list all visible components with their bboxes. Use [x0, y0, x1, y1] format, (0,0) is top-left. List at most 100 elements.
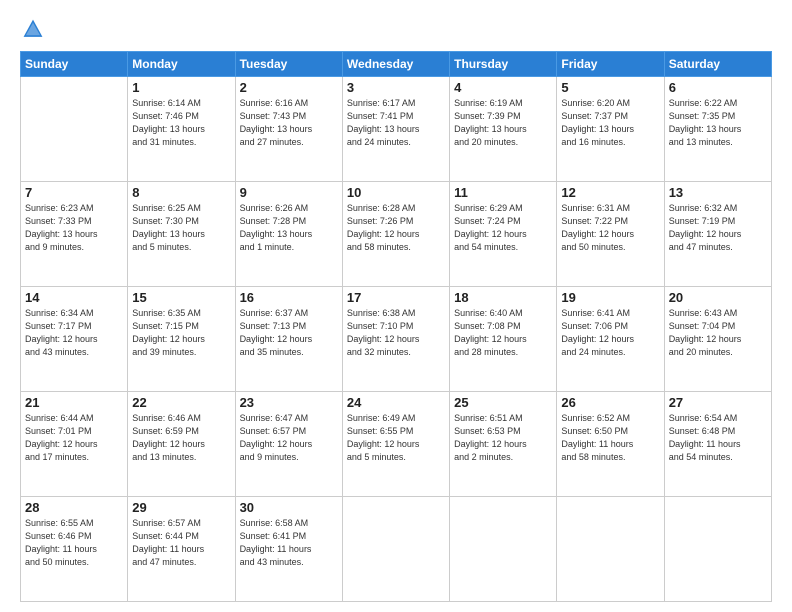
- day-info: Sunrise: 6:57 AM Sunset: 6:44 PM Dayligh…: [132, 517, 230, 569]
- day-info: Sunrise: 6:29 AM Sunset: 7:24 PM Dayligh…: [454, 202, 552, 254]
- weekday-header-tuesday: Tuesday: [235, 52, 342, 77]
- calendar-week-row: 14Sunrise: 6:34 AM Sunset: 7:17 PM Dayli…: [21, 287, 772, 392]
- day-number: 15: [132, 290, 230, 305]
- calendar-cell: 15 Sunrise: 6:35 AM Sunset: 7:15 PM Dayli…: [128, 287, 235, 392]
- calendar-week-row: 1 Sunrise: 6:14 AM Sunset: 7:46 PM Daylig…: [21, 77, 772, 182]
- day-info: Sunrise: 6:17 AM Sunset: 7:41 PM Dayligh…: [347, 97, 445, 149]
- calendar-cell: 17 Sunrise: 6:38 AM Sunset: 7:10 PM Dayli…: [342, 287, 449, 392]
- day-info: Sunrise: 6:52 AM Sunset: 6:50 PM Dayligh…: [561, 412, 659, 464]
- day-number: 29: [132, 500, 230, 515]
- day-info: Sunrise: 6:47 AM Sunset: 6:57 PM Dayligh…: [240, 412, 338, 464]
- calendar-cell: 5 Sunrise: 6:20 AM Sunset: 7:37 PM Daylig…: [557, 77, 664, 182]
- day-info: Sunrise: 6:34 AM Sunset: 7:17 PM Dayligh…: [25, 307, 123, 359]
- calendar-cell: 22 Sunrise: 6:46 AM Sunset: 6:59 PM Dayli…: [128, 392, 235, 497]
- day-info: Sunrise: 6:40 AM Sunset: 7:08 PM Dayligh…: [454, 307, 552, 359]
- weekday-header-monday: Monday: [128, 52, 235, 77]
- calendar-cell: 1 Sunrise: 6:14 AM Sunset: 7:46 PM Daylig…: [128, 77, 235, 182]
- day-number: 28: [25, 500, 123, 515]
- day-number: 25: [454, 395, 552, 410]
- day-number: 30: [240, 500, 338, 515]
- day-number: 1: [132, 80, 230, 95]
- day-info: Sunrise: 6:38 AM Sunset: 7:10 PM Dayligh…: [347, 307, 445, 359]
- day-number: 5: [561, 80, 659, 95]
- day-number: 27: [669, 395, 767, 410]
- day-info: Sunrise: 6:58 AM Sunset: 6:41 PM Dayligh…: [240, 517, 338, 569]
- day-info: Sunrise: 6:20 AM Sunset: 7:37 PM Dayligh…: [561, 97, 659, 149]
- calendar-cell: 12 Sunrise: 6:31 AM Sunset: 7:22 PM Dayli…: [557, 182, 664, 287]
- calendar-cell: 27 Sunrise: 6:54 AM Sunset: 6:48 PM Dayli…: [664, 392, 771, 497]
- calendar-cell: 30 Sunrise: 6:58 AM Sunset: 6:41 PM Dayli…: [235, 497, 342, 602]
- calendar-cell: 21Sunrise: 6:44 AM Sunset: 7:01 PM Dayli…: [21, 392, 128, 497]
- calendar-cell: 3 Sunrise: 6:17 AM Sunset: 7:41 PM Daylig…: [342, 77, 449, 182]
- day-number: 2: [240, 80, 338, 95]
- day-info: Sunrise: 6:46 AM Sunset: 6:59 PM Dayligh…: [132, 412, 230, 464]
- day-info: Sunrise: 6:23 AM Sunset: 7:33 PM Dayligh…: [25, 202, 123, 254]
- calendar-week-row: 21Sunrise: 6:44 AM Sunset: 7:01 PM Dayli…: [21, 392, 772, 497]
- logo: [20, 22, 48, 45]
- day-info: Sunrise: 6:35 AM Sunset: 7:15 PM Dayligh…: [132, 307, 230, 359]
- day-number: 4: [454, 80, 552, 95]
- day-info: Sunrise: 6:14 AM Sunset: 7:46 PM Dayligh…: [132, 97, 230, 149]
- day-info: Sunrise: 6:55 AM Sunset: 6:46 PM Dayligh…: [25, 517, 123, 569]
- day-number: 13: [669, 185, 767, 200]
- day-number: 10: [347, 185, 445, 200]
- calendar-cell: 7 Sunrise: 6:23 AM Sunset: 7:33 PM Daylig…: [21, 182, 128, 287]
- calendar-week-row: 7 Sunrise: 6:23 AM Sunset: 7:33 PM Daylig…: [21, 182, 772, 287]
- weekday-header-wednesday: Wednesday: [342, 52, 449, 77]
- day-info: Sunrise: 6:43 AM Sunset: 7:04 PM Dayligh…: [669, 307, 767, 359]
- day-number: 11: [454, 185, 552, 200]
- weekday-header-row: SundayMondayTuesdayWednesdayThursdayFrid…: [21, 52, 772, 77]
- day-info: Sunrise: 6:22 AM Sunset: 7:35 PM Dayligh…: [669, 97, 767, 149]
- logo-icon: [22, 18, 44, 40]
- day-number: 3: [347, 80, 445, 95]
- day-number: 26: [561, 395, 659, 410]
- day-info: Sunrise: 6:41 AM Sunset: 7:06 PM Dayligh…: [561, 307, 659, 359]
- calendar-cell: [664, 497, 771, 602]
- calendar-cell: 20 Sunrise: 6:43 AM Sunset: 7:04 PM Dayli…: [664, 287, 771, 392]
- calendar-cell: 29 Sunrise: 6:57 AM Sunset: 6:44 PM Dayli…: [128, 497, 235, 602]
- calendar-cell: 2 Sunrise: 6:16 AM Sunset: 7:43 PM Daylig…: [235, 77, 342, 182]
- day-number: 9: [240, 185, 338, 200]
- day-info: Sunrise: 6:31 AM Sunset: 7:22 PM Dayligh…: [561, 202, 659, 254]
- calendar-cell: 8Sunrise: 6:25 AM Sunset: 7:30 PM Daylig…: [128, 182, 235, 287]
- calendar-week-row: 28 Sunrise: 6:55 AM Sunset: 6:46 PM Dayli…: [21, 497, 772, 602]
- day-number: 7: [25, 185, 123, 200]
- weekday-header-sunday: Sunday: [21, 52, 128, 77]
- day-info: Sunrise: 6:19 AM Sunset: 7:39 PM Dayligh…: [454, 97, 552, 149]
- day-number: 22: [132, 395, 230, 410]
- day-info: Sunrise: 6:16 AM Sunset: 7:43 PM Dayligh…: [240, 97, 338, 149]
- calendar-cell: [557, 497, 664, 602]
- calendar-cell: 18 Sunrise: 6:40 AM Sunset: 7:08 PM Dayli…: [450, 287, 557, 392]
- day-number: 19: [561, 290, 659, 305]
- day-info: Sunrise: 6:49 AM Sunset: 6:55 PM Dayligh…: [347, 412, 445, 464]
- day-info: Sunrise: 6:51 AM Sunset: 6:53 PM Dayligh…: [454, 412, 552, 464]
- calendar: SundayMondayTuesdayWednesdayThursdayFrid…: [20, 51, 772, 602]
- day-number: 23: [240, 395, 338, 410]
- calendar-cell: 23 Sunrise: 6:47 AM Sunset: 6:57 PM Dayli…: [235, 392, 342, 497]
- weekday-header-saturday: Saturday: [664, 52, 771, 77]
- day-number: 24: [347, 395, 445, 410]
- day-number: 16: [240, 290, 338, 305]
- day-number: 18: [454, 290, 552, 305]
- calendar-cell: 4 Sunrise: 6:19 AM Sunset: 7:39 PM Daylig…: [450, 77, 557, 182]
- day-number: 17: [347, 290, 445, 305]
- calendar-cell: 16Sunrise: 6:37 AM Sunset: 7:13 PM Dayli…: [235, 287, 342, 392]
- day-info: Sunrise: 6:54 AM Sunset: 6:48 PM Dayligh…: [669, 412, 767, 464]
- day-info: Sunrise: 6:32 AM Sunset: 7:19 PM Dayligh…: [669, 202, 767, 254]
- calendar-cell: [450, 497, 557, 602]
- day-number: 20: [669, 290, 767, 305]
- calendar-cell: 11 Sunrise: 6:29 AM Sunset: 7:24 PM Dayli…: [450, 182, 557, 287]
- calendar-cell: [342, 497, 449, 602]
- calendar-cell: 13 Sunrise: 6:32 AM Sunset: 7:19 PM Dayli…: [664, 182, 771, 287]
- calendar-cell: 10Sunrise: 6:28 AM Sunset: 7:26 PM Dayli…: [342, 182, 449, 287]
- weekday-header-friday: Friday: [557, 52, 664, 77]
- calendar-cell: 24 Sunrise: 6:49 AM Sunset: 6:55 PM Dayli…: [342, 392, 449, 497]
- day-number: 21: [25, 395, 123, 410]
- day-number: 6: [669, 80, 767, 95]
- calendar-cell: [21, 77, 128, 182]
- calendar-cell: 28 Sunrise: 6:55 AM Sunset: 6:46 PM Dayli…: [21, 497, 128, 602]
- day-info: Sunrise: 6:26 AM Sunset: 7:28 PM Dayligh…: [240, 202, 338, 254]
- day-number: 12: [561, 185, 659, 200]
- day-number: 8: [132, 185, 230, 200]
- weekday-header-thursday: Thursday: [450, 52, 557, 77]
